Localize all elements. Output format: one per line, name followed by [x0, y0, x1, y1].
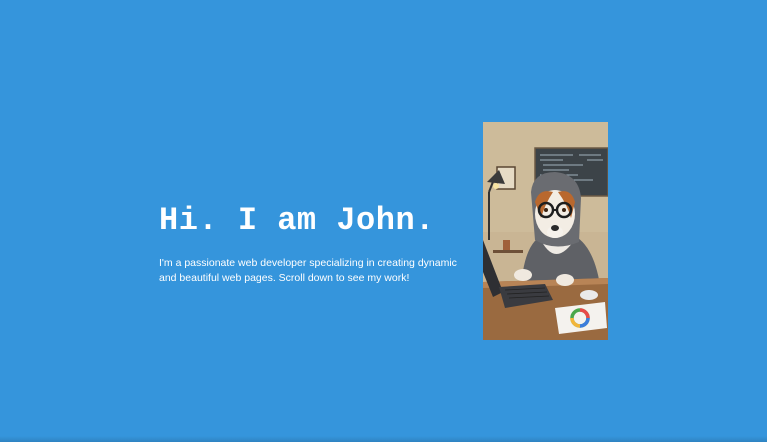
hero-headline: Hi. I am John. — [159, 202, 435, 239]
bottom-edge-shadow — [0, 436, 767, 442]
profile-illustration — [483, 122, 608, 340]
hero-intro-text: I'm a passionate web developer specializ… — [159, 257, 457, 284]
dog-developer-icon — [483, 122, 608, 340]
hero-section: Hi. I am John. I'm a passionate web deve… — [0, 0, 767, 442]
